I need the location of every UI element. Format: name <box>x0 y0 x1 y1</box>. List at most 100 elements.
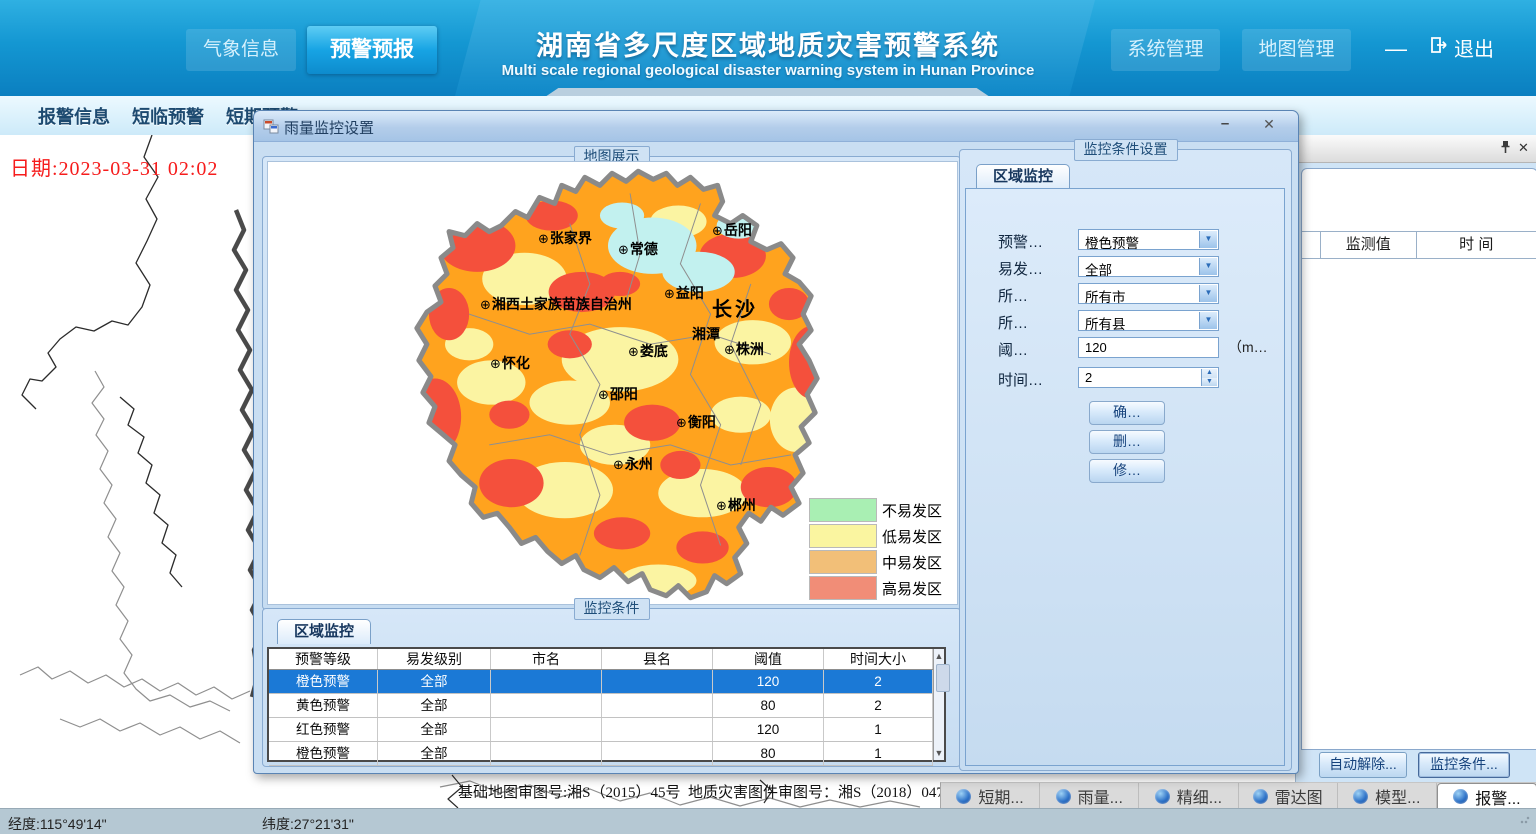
auto-release-button[interactable]: 自动解除... <box>1319 752 1407 778</box>
county-select[interactable]: 所有县▼ <box>1078 310 1219 331</box>
delete-button[interactable]: 删… <box>1089 430 1165 454</box>
hunan-risk-map[interactable]: ⊕张家界 ⊕常德 ⊕岳阳 ⊕益阳 长沙 ⊕湘西土家族苗族自治州 ⊕娄底 湘潭 ⊕… <box>267 161 958 605</box>
chevron-down-icon[interactable]: ▼ <box>1199 312 1217 329</box>
city-marker-icon: ⊕ <box>712 223 723 238</box>
city-label: ⊕张家界 <box>538 228 592 248</box>
scrollbar-thumb[interactable] <box>936 664 950 692</box>
monitor-settings-group: 监控条件设置 区域监控 预警… 易发… 所… 所… 阈… 时间… 橙色预警▼ 全… <box>959 149 1292 771</box>
spinner-down-icon[interactable]: ▼ <box>1201 378 1217 386</box>
prone-level-select[interactable]: 全部▼ <box>1078 256 1219 277</box>
confirm-button[interactable]: 确… <box>1089 401 1165 425</box>
alarm-col-time: 时 间 <box>1417 232 1536 258</box>
scroll-up-icon[interactable]: ▲ <box>934 651 944 661</box>
threshold-label: 阈… <box>998 339 1028 360</box>
monitor-conditions-table[interactable]: 预警等级 易发级别 市名 县名 阈值 时间大小 橙色预警 全部 120 2 <box>267 647 946 762</box>
city-marker-icon: ⊕ <box>490 356 501 371</box>
globe-icon <box>1453 789 1468 804</box>
dock-panel-titlebar: ✕ <box>1296 135 1536 163</box>
city-select[interactable]: 所有市▼ <box>1078 283 1219 304</box>
alarm-table-header: 监测值 时 间 <box>1302 231 1536 259</box>
county-select-label: 所… <box>998 312 1028 333</box>
exit-label: 退出 <box>1454 33 1494 62</box>
tab-alarm[interactable]: 报警... <box>1437 783 1536 809</box>
globe-icon <box>1056 789 1071 804</box>
nav-map-management[interactable]: 地图管理 <box>1242 29 1351 71</box>
nav-warning-forecast[interactable]: 预警预报 <box>307 26 437 74</box>
city-marker-icon: ⊕ <box>598 387 609 402</box>
city-label: 湘潭 <box>692 324 720 344</box>
status-bar: 经度:115°49'14" 纬度:27°21'31" <box>0 808 1536 834</box>
pin-icon[interactable] <box>1499 140 1512 159</box>
tab-radar[interactable]: 雷达图 <box>1239 783 1338 809</box>
subnav-alarm-info[interactable]: 报警信息 <box>38 103 110 129</box>
warning-level-label: 预警… <box>998 231 1043 252</box>
table-row[interactable]: 红色预警 全部 120 1 <box>269 718 933 742</box>
legend-row: 高易发区 <box>809 576 942 600</box>
time-spinner[interactable]: 2▲▼ <box>1078 367 1219 388</box>
globe-icon <box>1353 789 1368 804</box>
resize-grip[interactable] <box>1520 814 1530 824</box>
modify-button[interactable]: 修… <box>1089 459 1165 483</box>
monitor-condition-button[interactable]: 监控条件... <box>1418 752 1510 778</box>
nav-system-management[interactable]: 系统管理 <box>1111 29 1220 71</box>
legend-row: 不易发区 <box>809 498 942 522</box>
settings-panel: 预警… 易发… 所… 所… 阈… 时间… 橙色预警▼ 全部▼ 所有市▼ 所有县▼… <box>965 188 1285 766</box>
nav-weather-info[interactable]: 气象信息 <box>186 29 296 71</box>
alarm-dock-panel: ✕ 监测值 时 间 自动解除... 监控条件... <box>1295 135 1536 782</box>
monitor-group-label: 监控条件 <box>574 598 650 620</box>
dialog-title: 雨量监控设置 <box>284 117 374 138</box>
city-marker-icon: ⊕ <box>538 231 549 246</box>
legend-swatch <box>809 550 877 574</box>
app-window: 湖南省多尺度区域地质灾害预警系统 Multi scale regional ge… <box>0 0 1536 834</box>
monitor-tab-region[interactable]: 区域监控 <box>277 619 371 644</box>
legend-swatch <box>809 498 877 522</box>
globe-icon <box>1155 789 1170 804</box>
dialog-minimize-button[interactable]: – <box>1214 115 1236 132</box>
monitor-conditions-group: 监控条件 区域监控 预警等级 易发级别 市名 县名 阈值 时间大小 橙色预警 全… <box>262 608 961 767</box>
chevron-down-icon[interactable]: ▼ <box>1199 231 1217 248</box>
form-window-icon <box>263 118 279 139</box>
table-header-row: 预警等级 易发级别 市名 县名 阈值 时间大小 <box>269 649 933 670</box>
city-label: ⊕怀化 <box>490 353 530 373</box>
tab-shortterm[interactable]: 短期... <box>941 783 1040 809</box>
map-display-group: 地图展示 <box>262 156 961 610</box>
scroll-down-icon[interactable]: ▼ <box>934 748 944 758</box>
latitude-readout: 纬度:27°21'31" <box>262 814 354 834</box>
city-marker-icon: ⊕ <box>676 415 687 430</box>
table-row[interactable]: 橙色预警 全部 120 2 <box>269 670 933 694</box>
top-header: 湖南省多尺度区域地质灾害预警系统 Multi scale regional ge… <box>0 0 1536 96</box>
city-label: ⊕株洲 <box>724 339 764 359</box>
longitude-readout: 经度:115°49'14" <box>8 814 107 834</box>
dialog-titlebar[interactable]: 雨量监控设置 – ✕ <box>254 111 1298 142</box>
city-label: 长沙 <box>712 293 758 322</box>
table-row[interactable]: 黄色预警 全部 80 2 <box>269 694 933 718</box>
globe-icon <box>1253 789 1268 804</box>
subnav-nowcast-warning[interactable]: 短临预警 <box>132 103 204 129</box>
tab-rainfall[interactable]: 雨量... <box>1040 783 1139 809</box>
threshold-input[interactable]: 120 <box>1078 337 1219 358</box>
chevron-down-icon[interactable]: ▼ <box>1199 258 1217 275</box>
alarm-col-monitor-value: 监测值 <box>1321 232 1417 258</box>
city-label: ⊕岳阳 <box>712 220 752 240</box>
legend-swatch <box>809 524 877 548</box>
table-row[interactable]: 橙色预警 全部 80 1 <box>269 742 933 766</box>
dock-close-icon[interactable]: ✕ <box>1518 140 1529 156</box>
settings-group-label: 监控条件设置 <box>1074 139 1178 161</box>
window-minimize-button[interactable]: — <box>1385 36 1407 62</box>
city-label: ⊕永州 <box>613 454 653 474</box>
exit-button[interactable]: 退出 <box>1428 33 1494 62</box>
dialog-close-button[interactable]: ✕ <box>1258 116 1280 133</box>
warning-level-select[interactable]: 橙色预警▼ <box>1078 229 1219 250</box>
settings-tab-region[interactable]: 区域监控 <box>976 164 1070 189</box>
city-marker-icon: ⊕ <box>716 498 727 513</box>
tab-model[interactable]: 模型... <box>1338 783 1437 809</box>
tab-fine[interactable]: 精细... <box>1139 783 1238 809</box>
chevron-down-icon[interactable]: ▼ <box>1199 285 1217 302</box>
city-marker-icon: ⊕ <box>618 242 629 257</box>
table-scrollbar[interactable]: ▲ ▼ <box>933 649 944 760</box>
city-marker-icon: ⊕ <box>480 297 491 312</box>
city-label: ⊕邵阳 <box>598 384 638 404</box>
city-marker-icon: ⊕ <box>613 457 624 472</box>
city-label: ⊕常德 <box>618 239 658 259</box>
city-label: ⊕衡阳 <box>676 412 716 432</box>
